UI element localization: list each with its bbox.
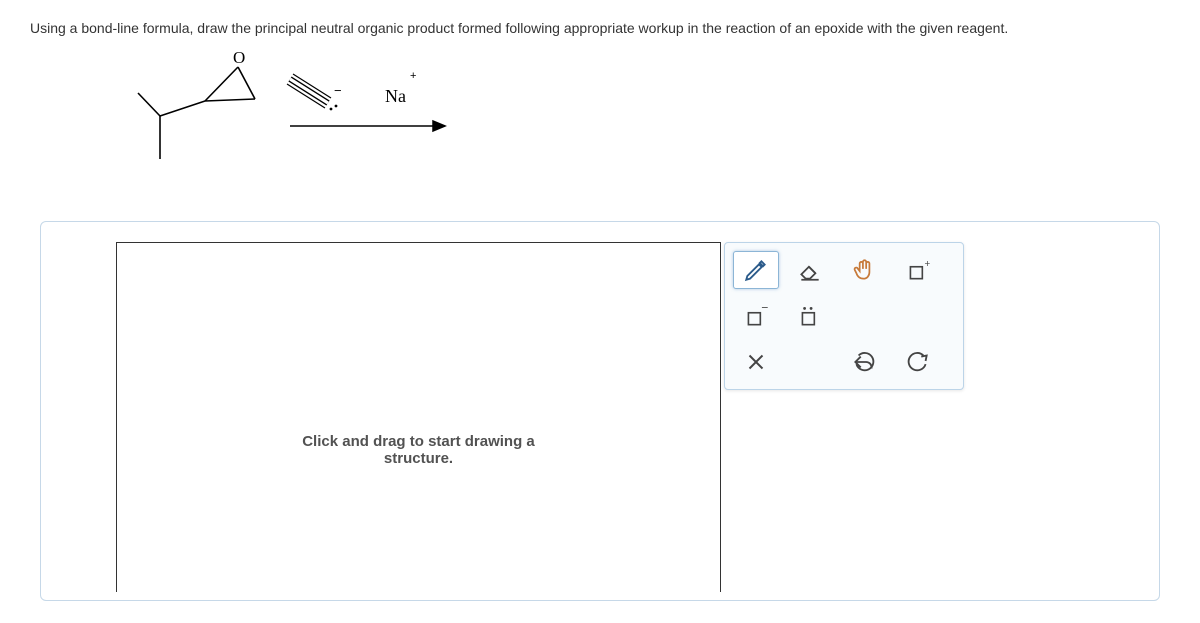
redo-button[interactable]	[895, 343, 941, 381]
na-label: Na	[385, 86, 406, 107]
lone-pair-icon	[797, 303, 823, 329]
svg-text:−: −	[761, 303, 768, 315]
redo-icon	[905, 349, 931, 375]
svg-text:−: −	[334, 83, 342, 98]
reagent-diagram: O − Na +	[110, 51, 1170, 201]
plus-charge-icon: +	[905, 257, 931, 283]
spacer-1	[841, 297, 887, 335]
lone-pair-tool[interactable]	[787, 297, 833, 335]
pencil-icon	[743, 257, 769, 283]
close-icon	[743, 349, 769, 375]
canvas-placeholder-text: Click and drag to start drawing a struct…	[117, 433, 720, 467]
eraser-icon	[797, 257, 823, 283]
epoxide-structure: O −	[110, 51, 460, 201]
svg-text:+: +	[925, 259, 931, 270]
spacer-2	[895, 297, 941, 335]
question-prompt: Using a bond-line formula, draw the prin…	[30, 20, 1170, 36]
minus-charge-tool[interactable]: −	[733, 297, 779, 335]
svg-text:O: O	[233, 51, 245, 67]
tool-palette: + −	[724, 242, 964, 390]
answer-panel: Click and drag to start drawing a struct…	[40, 221, 1160, 601]
pencil-tool[interactable]	[733, 251, 779, 289]
plus-label: +	[410, 70, 416, 82]
spacer-3	[787, 343, 833, 381]
eraser-tool[interactable]	[787, 251, 833, 289]
plus-charge-tool[interactable]: +	[895, 251, 941, 289]
undo-icon	[851, 349, 877, 375]
minus-charge-icon: −	[743, 303, 769, 329]
hand-icon	[851, 257, 877, 283]
hand-tool[interactable]	[841, 251, 887, 289]
undo-button[interactable]	[841, 343, 887, 381]
drawing-canvas[interactable]: Click and drag to start drawing a struct…	[116, 242, 721, 592]
clear-button[interactable]	[733, 343, 779, 381]
